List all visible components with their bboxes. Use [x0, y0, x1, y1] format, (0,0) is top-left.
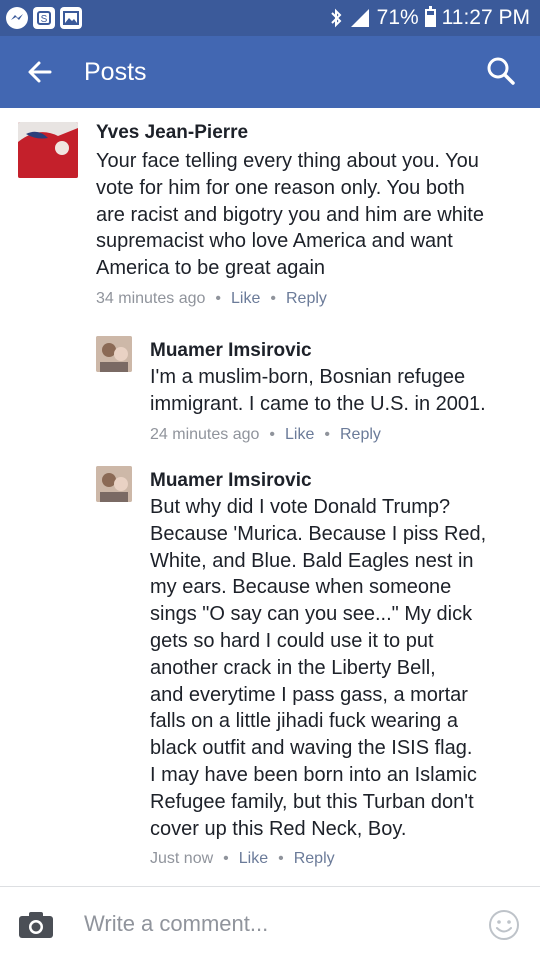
comment-meta: Just now • Like • Reply [150, 850, 530, 868]
clock: 11:27 PM [441, 6, 530, 29]
avatar[interactable] [18, 122, 78, 178]
separator-dot: • [278, 850, 284, 868]
bluetooth-icon [330, 8, 342, 28]
comment-line: another crack in the Liberty Bell, [150, 656, 436, 679]
comment-line: sings "O say can you see..." My dick [150, 603, 473, 626]
comment-line: White, and Blue. Bald Eagles nest in [150, 549, 474, 572]
separator-dot: • [215, 289, 222, 307]
smiley-icon[interactable] [488, 909, 520, 941]
comment-line: immigrant. I came to the U.S. in 2001. [150, 392, 486, 415]
comment-line: my ears. Because when someone [150, 576, 452, 599]
comment-line: America to be great again [96, 257, 326, 280]
search-icon[interactable] [486, 56, 516, 86]
comment-author[interactable]: Yves Jean-Pierre [96, 122, 526, 144]
comment-line: gets so hard I could use it to put [150, 629, 434, 652]
comment-line: Your face telling every thing about you.… [96, 150, 479, 172]
separator-dot: • [324, 425, 330, 443]
comment-line: cover up this Red Neck, Boy. [150, 817, 407, 840]
comment: Yves Jean-Pierre Your face telling every… [96, 122, 526, 308]
comment-line: black outfit and waving the ISIS flag. [150, 737, 473, 760]
shield-icon: S [33, 7, 55, 29]
avatar[interactable] [96, 466, 132, 502]
comment-line: are racist and bigotry you and him are w… [96, 203, 484, 226]
comment-line: and everytime I pass gass, a mortar [150, 683, 468, 706]
comment-line: falls on a little jihadi fuck wearing a [150, 710, 458, 733]
like-button[interactable]: Like [239, 850, 268, 868]
avatar[interactable] [96, 336, 132, 372]
notification-icons: S [6, 7, 82, 29]
comment-meta: 24 minutes ago • Like • Reply [150, 426, 530, 444]
comment-line: Refugee family, but this Turban don't [150, 790, 474, 813]
comment-line: Because 'Murica. Because I piss Red, [150, 522, 487, 545]
separator-dot: • [223, 850, 229, 868]
timestamp: 24 minutes ago [150, 425, 260, 443]
like-button[interactable]: Like [285, 426, 314, 444]
app-bar: Posts [0, 36, 540, 108]
battery-icon [424, 6, 436, 27]
comment-composer [0, 887, 540, 960]
svg-text:S: S [41, 14, 48, 25]
reply-button[interactable]: Reply [294, 850, 335, 868]
separator-dot: • [269, 425, 276, 443]
timestamp: 34 minutes ago [96, 289, 206, 307]
page-title: Posts [84, 58, 147, 86]
status-indicators: 71% 11:27 PM [329, 6, 530, 30]
comment-line: But why did I vote Donald Trump? [150, 496, 451, 518]
separator-dot: • [270, 289, 276, 307]
comment: Muamer Imsirovic I'm a muslim-born, Bosn… [150, 340, 530, 444]
image-icon [60, 7, 82, 29]
comment-author[interactable]: Muamer Imsirovic [150, 470, 530, 492]
camera-icon[interactable] [18, 911, 54, 939]
reply-button[interactable]: Reply [286, 290, 327, 308]
comment-line: I may have been born into an Islamic [150, 763, 477, 786]
timestamp: Just now [150, 850, 214, 868]
comment-text: I'm a muslim-born, Bosnian refugee immig… [150, 364, 530, 418]
comment-line: vote for him for one reason only. You bo… [96, 176, 465, 199]
messenger-icon [6, 7, 28, 29]
comment-input[interactable] [84, 907, 444, 941]
like-button[interactable]: Like [231, 290, 260, 308]
status-bar: S 71% 11:27 PM [0, 0, 540, 36]
comment-meta: 34 minutes ago • Like • Reply [96, 290, 526, 308]
comment-text: But why did I vote Donald Trump? Because… [150, 494, 530, 842]
comment: Muamer Imsirovic But why did I vote Dona… [150, 470, 530, 868]
back-arrow-icon[interactable] [26, 58, 54, 86]
comment-line: I'm a muslim-born, Bosnian refugee [150, 366, 466, 388]
signal-icon [349, 8, 371, 28]
comment-text: Your face telling every thing about you.… [96, 148, 526, 282]
battery-percent: 71% [376, 6, 419, 29]
comment-author[interactable]: Muamer Imsirovic [150, 340, 530, 362]
reply-button[interactable]: Reply [340, 426, 381, 444]
comment-line: supremacist who love America and want [96, 230, 453, 253]
